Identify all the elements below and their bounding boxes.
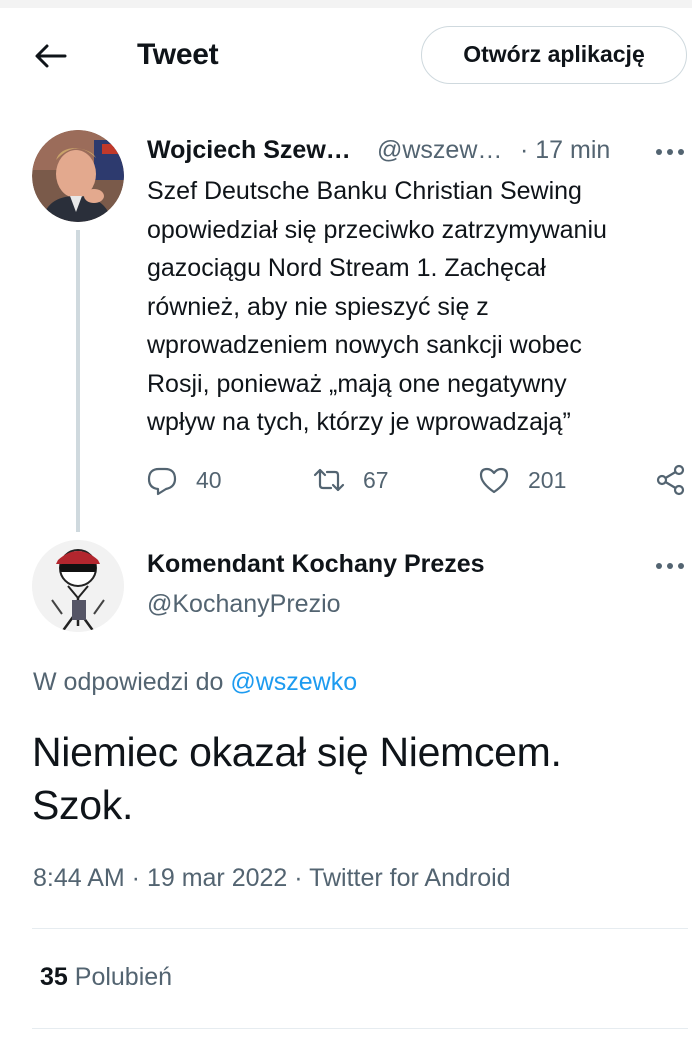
tweet-text-line: wpływ na tych, którzy je wprowadzają”: [147, 408, 571, 436]
reply-author-name[interactable]: Komendant Kochany Prezes: [147, 550, 485, 579]
avatar-reply-author[interactable]: [32, 540, 124, 632]
share-icon: [656, 464, 685, 496]
tweet-metadata: 8:44 AM · 19 mar 2022 · Twitter for Andr…: [33, 864, 511, 893]
original-author-handle[interactable]: @wszew…: [377, 136, 502, 165]
likes-count: 35: [40, 963, 68, 991]
heart-icon: [479, 467, 509, 494]
original-tweet-time[interactable]: · 17 min: [520, 136, 610, 165]
divider: [32, 928, 688, 929]
tweet-text-line: Rosji, ponieważ „mają one negatywny: [147, 369, 567, 398]
share-button[interactable]: [655, 460, 687, 500]
meta-separator: ·: [124, 864, 147, 892]
tweet-text-line: również, aby nie spieszyć się z: [147, 292, 489, 321]
like-button[interactable]: 201: [478, 460, 566, 500]
reply-text-line: Niemiec okazał się Niemcem.: [32, 729, 562, 775]
top-edge: [0, 0, 692, 8]
original-author-name[interactable]: Wojciech Szew…: [147, 136, 351, 165]
tweet-text-line: Szef Deutsche Banku Christian Sewing: [147, 177, 582, 205]
divider: [32, 1028, 688, 1029]
back-arrow-icon[interactable]: [32, 38, 68, 74]
app-header: Tweet Otwórz aplikację: [0, 8, 692, 104]
page-title: Tweet: [137, 38, 219, 71]
original-tweet-text: Szef Deutsche Banku Christian Sewing opo…: [147, 172, 667, 442]
tweet-text-line: gazociągu Nord Stream 1. Zachęcał: [147, 254, 546, 282]
retweet-button[interactable]: 67: [313, 460, 389, 500]
open-app-button[interactable]: Otwórz aplikację: [421, 26, 687, 84]
reply-tweet-text: Niemiec okazał się Niemcem. Szok.: [32, 726, 672, 832]
replying-to-line: W odpowiedzi do @wszewko: [33, 668, 357, 697]
meta-separator: ·: [287, 864, 310, 892]
reply-icon: [147, 467, 177, 496]
reply-button[interactable]: 40: [146, 460, 222, 500]
reply-count: 40: [196, 466, 222, 493]
replying-to-handle-link[interactable]: @wszewko: [230, 668, 357, 696]
tweet-time[interactable]: 8:44 AM: [33, 864, 125, 892]
likes-stat[interactable]: 35 Polubień: [40, 963, 172, 992]
retweet-icon: [313, 468, 345, 492]
more-options-icon[interactable]: [652, 140, 688, 164]
tweet-text-line: opowiedział się przeciwko zatrzymywaniu: [147, 215, 607, 244]
replying-to-prefix: W odpowiedzi do: [33, 668, 231, 696]
tweet-text-line: wprowadzeniem nowych sankcji wobec: [147, 331, 582, 359]
more-options-icon[interactable]: [652, 554, 688, 578]
tweet-date[interactable]: 19 mar 2022: [147, 864, 287, 892]
like-count: 201: [528, 466, 567, 493]
tweet-actions-bar: 40 67 201: [0, 460, 692, 504]
likes-label: Polubień: [74, 963, 173, 991]
tweet-source[interactable]: Twitter for Android: [309, 864, 510, 892]
retweet-count: 67: [363, 466, 389, 493]
avatar-original-author[interactable]: [32, 130, 124, 222]
reply-author-handle[interactable]: @KochanyPrezio: [147, 590, 341, 619]
reply-text-line: Szok.: [32, 782, 134, 828]
